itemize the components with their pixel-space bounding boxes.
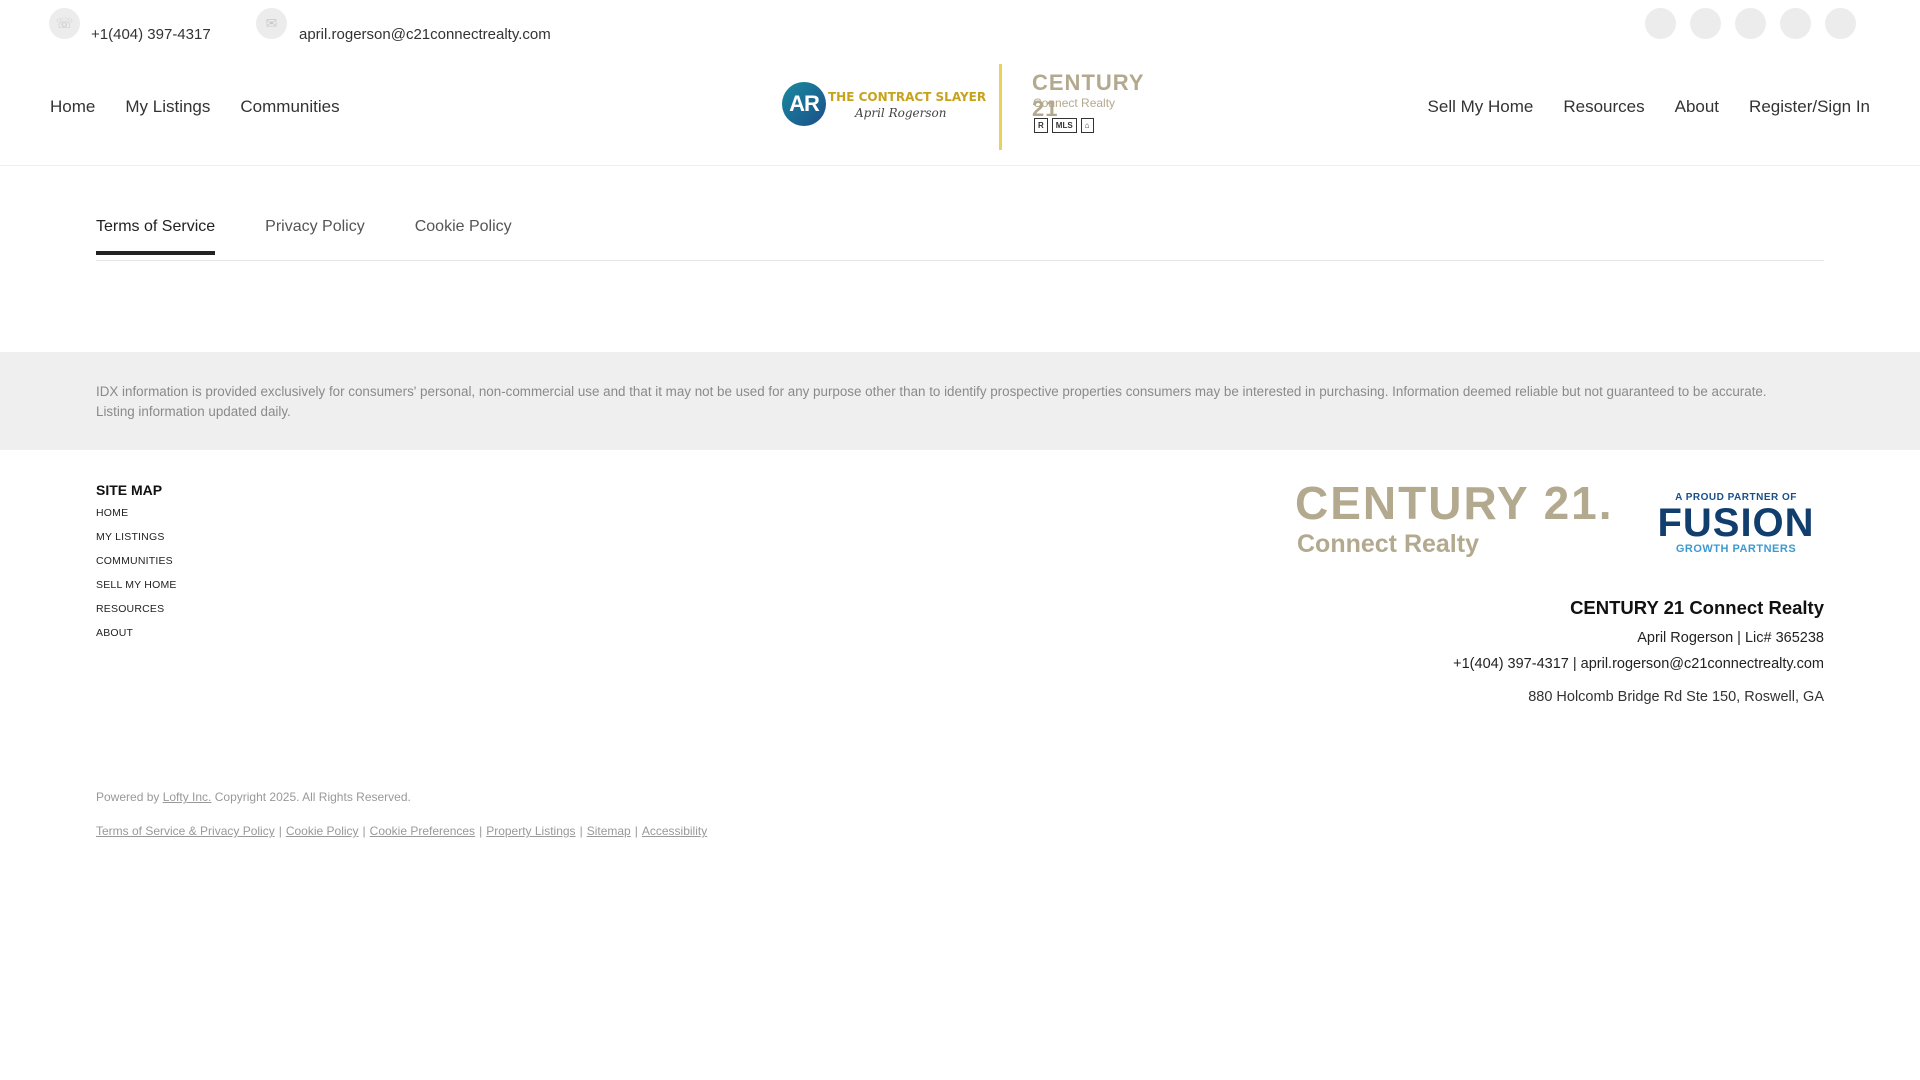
sitemap-link-sell-my-home[interactable]: SELL MY HOME <box>96 579 177 591</box>
powered-by: Powered by Lofty Inc. Copyright 2025. Al… <box>96 790 411 804</box>
phone-number[interactable]: +1(404) 397-4317 <box>91 26 211 43</box>
accessibility-link[interactable]: Accessibility <box>642 824 707 838</box>
tabs-divider <box>96 260 1824 261</box>
nav-sell-my-home[interactable]: Sell My Home <box>1428 97 1534 117</box>
lofty-link[interactable]: Lofty Inc. <box>163 790 212 804</box>
fusion-partner-logo: A PROUD PARTNER OF FUSION GROWTH PARTNER… <box>1656 492 1816 555</box>
sitemap-link-about[interactable]: ABOUT <box>96 627 177 639</box>
nav-communities[interactable]: Communities <box>240 97 339 117</box>
idx-disclaimer-text: IDX information is provided exclusively … <box>96 384 1767 419</box>
agent-signature: April Rogerson <box>855 106 947 120</box>
sitemap-link-my-listings[interactable]: MY LISTINGS <box>96 531 177 543</box>
legal-separator: | <box>579 824 583 838</box>
logo-divider <box>999 64 1002 150</box>
phone-contact[interactable]: ☏ +1(404) 397-4317 <box>49 8 211 43</box>
site-map: SITE MAP HOME MY LISTINGS COMMUNITIES SE… <box>96 482 177 651</box>
mls-badge-icon: MLS <box>1051 118 1077 133</box>
footer-logos: CENTURY 21. Connect Realty A PROUD PARTN… <box>1292 476 1832 566</box>
sitemap-link-resources[interactable]: RESOURCES <box>96 603 177 615</box>
footer-century21-logo: CENTURY 21. <box>1295 477 1614 529</box>
email-contact[interactable]: ✉ april.rogerson@c21connectrealty.com <box>256 8 551 43</box>
legal-separator: | <box>634 824 638 838</box>
tab-privacy-policy[interactable]: Privacy Policy <box>265 218 365 255</box>
legal-links: Terms of Service & Privacy Policy | Cookie… <box>96 824 707 838</box>
policy-tabs: Terms of Service Privacy Policy Cookie P… <box>96 218 512 255</box>
fusion-subtitle: GROWTH PARTNERS <box>1675 543 1797 555</box>
cookie-preferences-link[interactable]: Cookie Preferences <box>370 824 475 838</box>
nav-my-listings[interactable]: My Listings <box>125 97 210 117</box>
facebook-icon[interactable] <box>1645 8 1676 39</box>
ar-logo-mark: AR <box>782 82 826 126</box>
nav-home[interactable]: Home <box>50 97 95 117</box>
main-nav-right: Sell My Home Resources About Register/Si… <box>1428 97 1870 117</box>
linkedin-icon[interactable] <box>1735 8 1766 39</box>
site-logo[interactable]: AR THE CONTRACT SLAYER April Rogerson CE… <box>780 64 1160 150</box>
nav-resources[interactable]: Resources <box>1563 97 1644 117</box>
footer-century21-subbrand: Connect Realty <box>1297 530 1479 558</box>
office-info: CENTURY 21 Connect Realty April Rogerson… <box>1453 597 1824 705</box>
tab-terms-of-service[interactable]: Terms of Service <box>96 218 216 255</box>
sitemap-link-communities[interactable]: COMMUNITIES <box>96 555 177 567</box>
equal-housing-icon: ⌂ <box>1080 118 1094 133</box>
legal-separator: | <box>278 824 282 838</box>
twitter-icon[interactable] <box>1825 8 1856 39</box>
instagram-icon[interactable] <box>1690 8 1721 39</box>
powered-prefix: Powered by <box>96 790 163 804</box>
century21-subbrand: Connect Realty <box>1033 96 1116 110</box>
office-name: CENTURY 21 Connect Realty <box>1570 597 1824 618</box>
compliance-badges: R MLS ⌂ <box>1034 118 1094 133</box>
main-nav-left: Home My Listings Communities <box>50 97 340 117</box>
header-divider <box>0 165 1920 166</box>
legal-separator: | <box>479 824 483 838</box>
agent-license-line: April Rogerson | Lic# 365238 <box>1637 630 1824 646</box>
contract-slayer-text: THE CONTRACT SLAYER <box>828 90 987 104</box>
idx-disclaimer: IDX information is provided exclusively … <box>0 352 1920 450</box>
office-address: 880 Holcomb Bridge Rd Ste 150, Roswell, … <box>1528 689 1824 705</box>
sitemap-link-home[interactable]: HOME <box>96 507 177 519</box>
fusion-wordmark: FUSION <box>1657 501 1815 545</box>
cookie-policy-link[interactable]: Cookie Policy <box>286 824 359 838</box>
copyright-text: Copyright 2025. All Rights Reserved. <box>211 790 411 804</box>
realtor-badge-icon: R <box>1034 118 1048 133</box>
phone-icon: ☏ <box>49 8 80 39</box>
email-address[interactable]: april.rogerson@c21connectrealty.com <box>299 26 551 43</box>
register-sign-in-link[interactable]: Register/Sign In <box>1749 97 1870 117</box>
email-icon: ✉ <box>256 8 287 39</box>
sitemap-link[interactable]: Sitemap <box>587 824 631 838</box>
property-listings-link[interactable]: Property Listings <box>486 824 575 838</box>
tab-cookie-policy[interactable]: Cookie Policy <box>415 218 512 255</box>
nav-about[interactable]: About <box>1675 97 1719 117</box>
office-contact-line[interactable]: +1(404) 397-4317 | april.rogerson@c21con… <box>1453 656 1824 672</box>
youtube-icon[interactable] <box>1780 8 1811 39</box>
legal-separator: | <box>362 824 366 838</box>
terms-privacy-link[interactable]: Terms of Service & Privacy Policy <box>96 824 275 838</box>
top-contact-bar: ☏ +1(404) 397-4317 ✉ april.rogerson@c21c… <box>0 0 1920 60</box>
social-links <box>1645 8 1856 39</box>
site-map-title: SITE MAP <box>96 482 163 498</box>
